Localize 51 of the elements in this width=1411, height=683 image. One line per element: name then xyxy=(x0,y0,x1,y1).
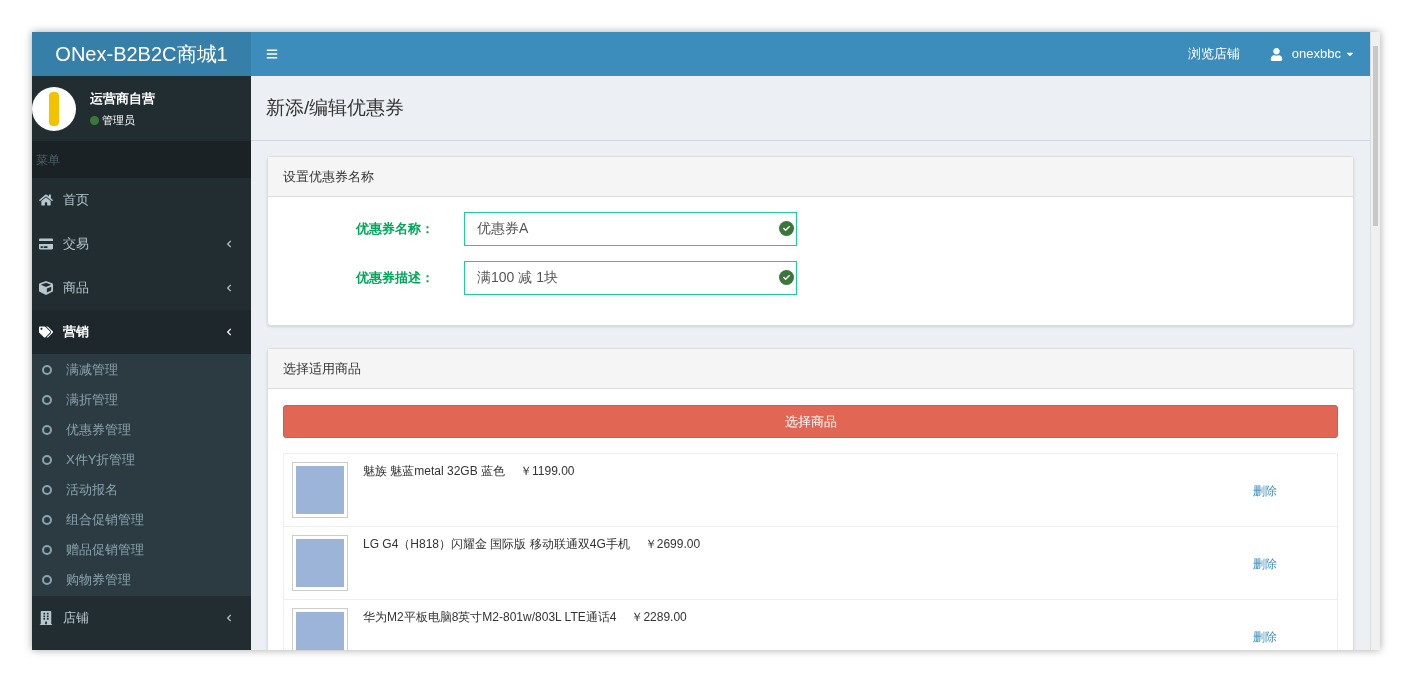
submenu-item[interactable]: 满折管理 xyxy=(32,385,251,415)
product-photo xyxy=(292,535,348,591)
field-label: 优惠券名称： xyxy=(354,220,434,239)
delete-link[interactable]: 删除 xyxy=(1253,482,1277,500)
building-icon xyxy=(39,611,53,625)
submenu-item[interactable]: 购物券管理 xyxy=(32,565,251,595)
user-role: 管理员 xyxy=(102,113,135,128)
panel-title: 设置优惠券名称 xyxy=(283,167,374,186)
select-goods-button[interactable]: 选择商品 xyxy=(283,405,1338,438)
submenu-item[interactable]: 活动报名 xyxy=(32,475,251,505)
text-input[interactable]: 优惠券A xyxy=(464,212,797,246)
credit-card-icon xyxy=(39,237,53,251)
chevron-icon xyxy=(225,284,233,292)
brand-logo-text[interactable]: ONex-B2B2C商城1 xyxy=(55,39,228,69)
product-photo xyxy=(292,608,348,650)
submenu-item[interactable]: 优惠券管理 xyxy=(32,415,251,445)
page-title: 新添/编辑优惠券 xyxy=(266,95,405,120)
user-icon xyxy=(1269,47,1283,61)
menu-item[interactable]: 商品 xyxy=(32,266,251,310)
product-price: ￥1199.00 xyxy=(520,463,575,480)
chevron-icon xyxy=(225,328,233,336)
submenu-item[interactable]: 组合促销管理 xyxy=(32,505,251,535)
product-photo xyxy=(292,462,348,518)
menu-item[interactable]: 营销 xyxy=(32,310,251,354)
product-price: ￥2699.00 xyxy=(644,536,701,553)
submenu-item[interactable]: X件Y折管理 xyxy=(32,445,251,475)
menu-header: 菜单 xyxy=(36,151,60,169)
chevron-icon xyxy=(225,240,233,248)
text-input[interactable]: 满100 减 1块 xyxy=(464,261,797,295)
field-label: 优惠券描述： xyxy=(354,269,434,288)
nav-link[interactable]: 浏览店铺 xyxy=(1187,44,1240,64)
product-price: ￥2289.00 xyxy=(631,609,687,626)
avatar-image xyxy=(32,86,76,131)
product-name: 魅族 魅蓝metal 32GB 蓝色 xyxy=(363,463,506,480)
menu-icon[interactable] xyxy=(266,48,278,60)
panel-title: 选择适用商品 xyxy=(283,359,361,378)
delete-link[interactable]: 删除 xyxy=(1253,628,1277,646)
menu-item[interactable]: 首页 xyxy=(32,178,251,222)
menu-item[interactable]: 交易 xyxy=(32,222,251,266)
submenu-item[interactable]: 赠品促销管理 xyxy=(32,535,251,565)
chevron-icon xyxy=(225,614,233,622)
delete-link[interactable]: 删除 xyxy=(1253,555,1277,573)
product-name: LG G4（H818）闪耀金 国际版 移动联通双4G手机 xyxy=(363,536,630,553)
user-menu[interactable]: onexbbc xyxy=(1291,44,1341,64)
submenu-item[interactable]: 满减管理 xyxy=(32,355,251,385)
product-name: 华为M2平板电脑8英寸M2-801w/803L LTE通话4 xyxy=(363,609,617,626)
tags-icon xyxy=(39,325,53,339)
user-name: 运营商自营 xyxy=(90,89,155,108)
home-icon xyxy=(39,193,53,207)
menu-item[interactable]: 店铺 xyxy=(32,596,251,640)
cube-icon xyxy=(39,281,53,295)
